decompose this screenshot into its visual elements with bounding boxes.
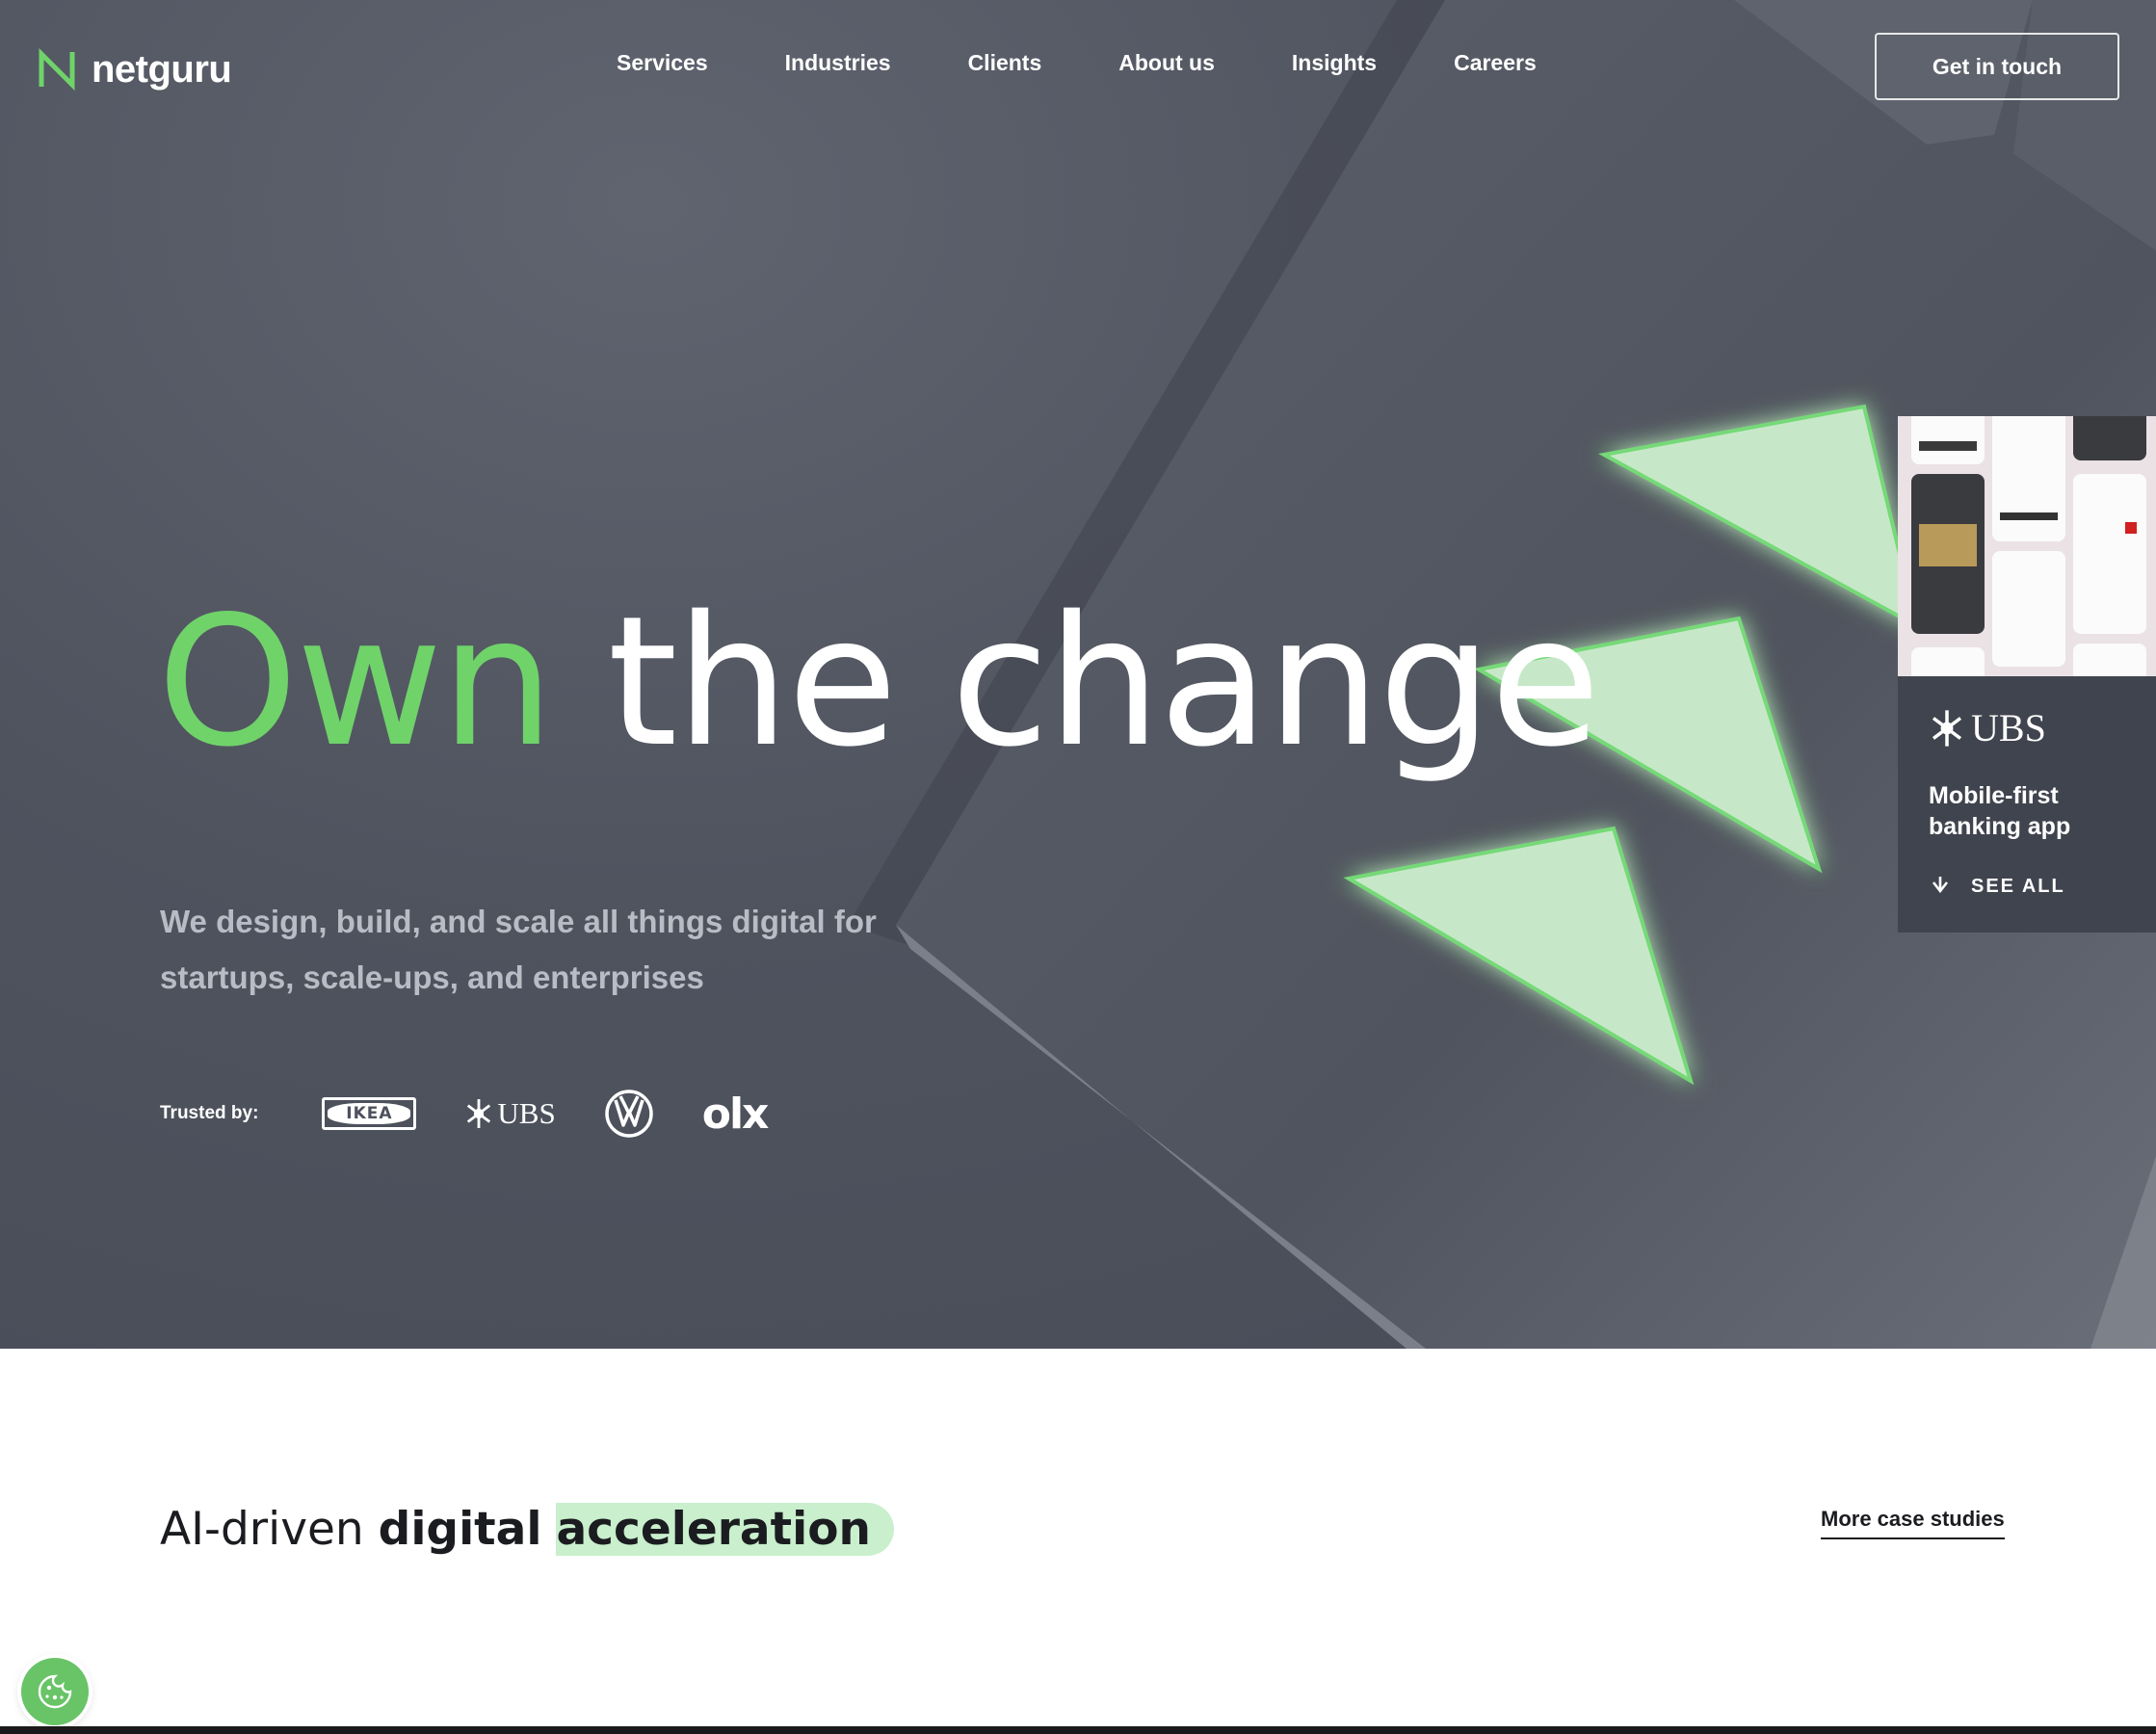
nav-about-us[interactable]: About us (1118, 50, 1215, 76)
ikea-logo-text: IKEA (328, 1103, 411, 1124)
ubs-keys-icon (467, 1099, 491, 1128)
nav-menu: Services Industries Clients About us Ins… (578, 50, 1575, 76)
more-case-studies-link[interactable]: More case studies (1821, 1507, 2005, 1539)
app-screens-image (1898, 416, 2156, 676)
netguru-logo[interactable]: netguru (36, 47, 232, 91)
hero-subhead: We design, build, and scale all things d… (160, 904, 877, 995)
volkswagen-logo (604, 1089, 654, 1139)
case-brand-name: UBS (1971, 706, 2046, 749)
vw-icon (604, 1090, 653, 1138)
heading-light: AI-driven (160, 1503, 364, 1556)
top-nav: netguru Services Industries Clients Abou… (0, 0, 2156, 137)
ikea-logo: IKEA (322, 1097, 417, 1130)
heading-bold-digital: digital (378, 1503, 542, 1556)
cookie-icon (38, 1674, 72, 1709)
olx-logo: olx (701, 1089, 770, 1139)
nav-insights[interactable]: Insights (1292, 50, 1377, 76)
ubs-keys-icon (1932, 709, 1962, 747)
see-all-link[interactable]: SEE ALL (1929, 875, 2065, 898)
nav-industries[interactable]: Industries (785, 50, 891, 76)
case-study-title: Mobile-first banking app (1929, 782, 2071, 840)
hero-headline: Own the change (157, 566, 1601, 798)
olx-logo-text: olx (701, 1089, 770, 1139)
ubs-logo: UBS (464, 1096, 556, 1131)
case-study-thumbnail (1898, 416, 2156, 676)
nav-clients[interactable]: Clients (968, 50, 1042, 76)
headline-accent: Own (157, 577, 554, 786)
case-brand-logo: UBS (1929, 705, 2046, 750)
section-heading: AI-driven digital acceleration (160, 1503, 894, 1556)
heading-highlight: acceleration (556, 1503, 894, 1556)
ikea-logo-frame: IKEA (322, 1097, 417, 1130)
get-in-touch-button[interactable]: Get in touch (1875, 33, 2119, 100)
arrow-down-icon (1932, 877, 1949, 894)
hero-section: netguru Services Industries Clients Abou… (0, 0, 2156, 1349)
cookie-settings-button[interactable] (21, 1658, 89, 1725)
window-bottom-edge (0, 1726, 2156, 1734)
trusted-label: Trusted by: (160, 1103, 259, 1123)
nav-services[interactable]: Services (617, 50, 708, 76)
ubs-logo-text: UBS (497, 1096, 556, 1130)
trusted-by-row: Trusted by: IKEA UBS olx (160, 1087, 815, 1141)
netguru-mark-icon (39, 48, 75, 91)
case-study-card[interactable]: UBS Mobile-first banking app SEE ALL (1898, 416, 2156, 933)
brand-name: netguru (92, 47, 232, 91)
see-all-label: SEE ALL (1971, 875, 2065, 897)
headline-rest: the change (607, 577, 1601, 786)
nav-careers[interactable]: Careers (1454, 50, 1537, 76)
